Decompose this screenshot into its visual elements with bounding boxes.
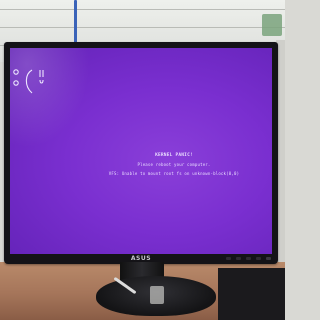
panic-line-vfs: VFS: Unable to mount root fs on unknown-… bbox=[108, 171, 240, 176]
monitor-button[interactable] bbox=[236, 257, 241, 260]
kernel-panic-message: KERNEL PANIC! Please reboot your compute… bbox=[84, 151, 264, 178]
monitor-button[interactable] bbox=[226, 257, 231, 260]
wall-seam bbox=[0, 9, 285, 10]
panic-title: KERNEL PANIC! bbox=[155, 153, 193, 158]
desk-shadow bbox=[218, 268, 285, 320]
monitor-buttons bbox=[222, 256, 272, 262]
blue-cable bbox=[74, 0, 77, 48]
monitor-screen: KERNEL PANIC! Please reboot your compute… bbox=[10, 48, 272, 254]
stand-cable-hole bbox=[150, 286, 164, 304]
photo: KERNEL PANIC! Please reboot your compute… bbox=[0, 0, 285, 320]
panic-line-reboot: Please reboot your computer. bbox=[137, 162, 211, 167]
monitor-button[interactable] bbox=[256, 257, 261, 260]
sad-face-emoticon bbox=[13, 69, 44, 94]
monitor-button[interactable] bbox=[246, 257, 251, 260]
monitor: KERNEL PANIC! Please reboot your compute… bbox=[4, 42, 278, 264]
wall-object bbox=[262, 14, 282, 36]
power-button[interactable] bbox=[266, 257, 271, 260]
screen-glare bbox=[10, 48, 90, 148]
wall-seam bbox=[0, 27, 285, 28]
